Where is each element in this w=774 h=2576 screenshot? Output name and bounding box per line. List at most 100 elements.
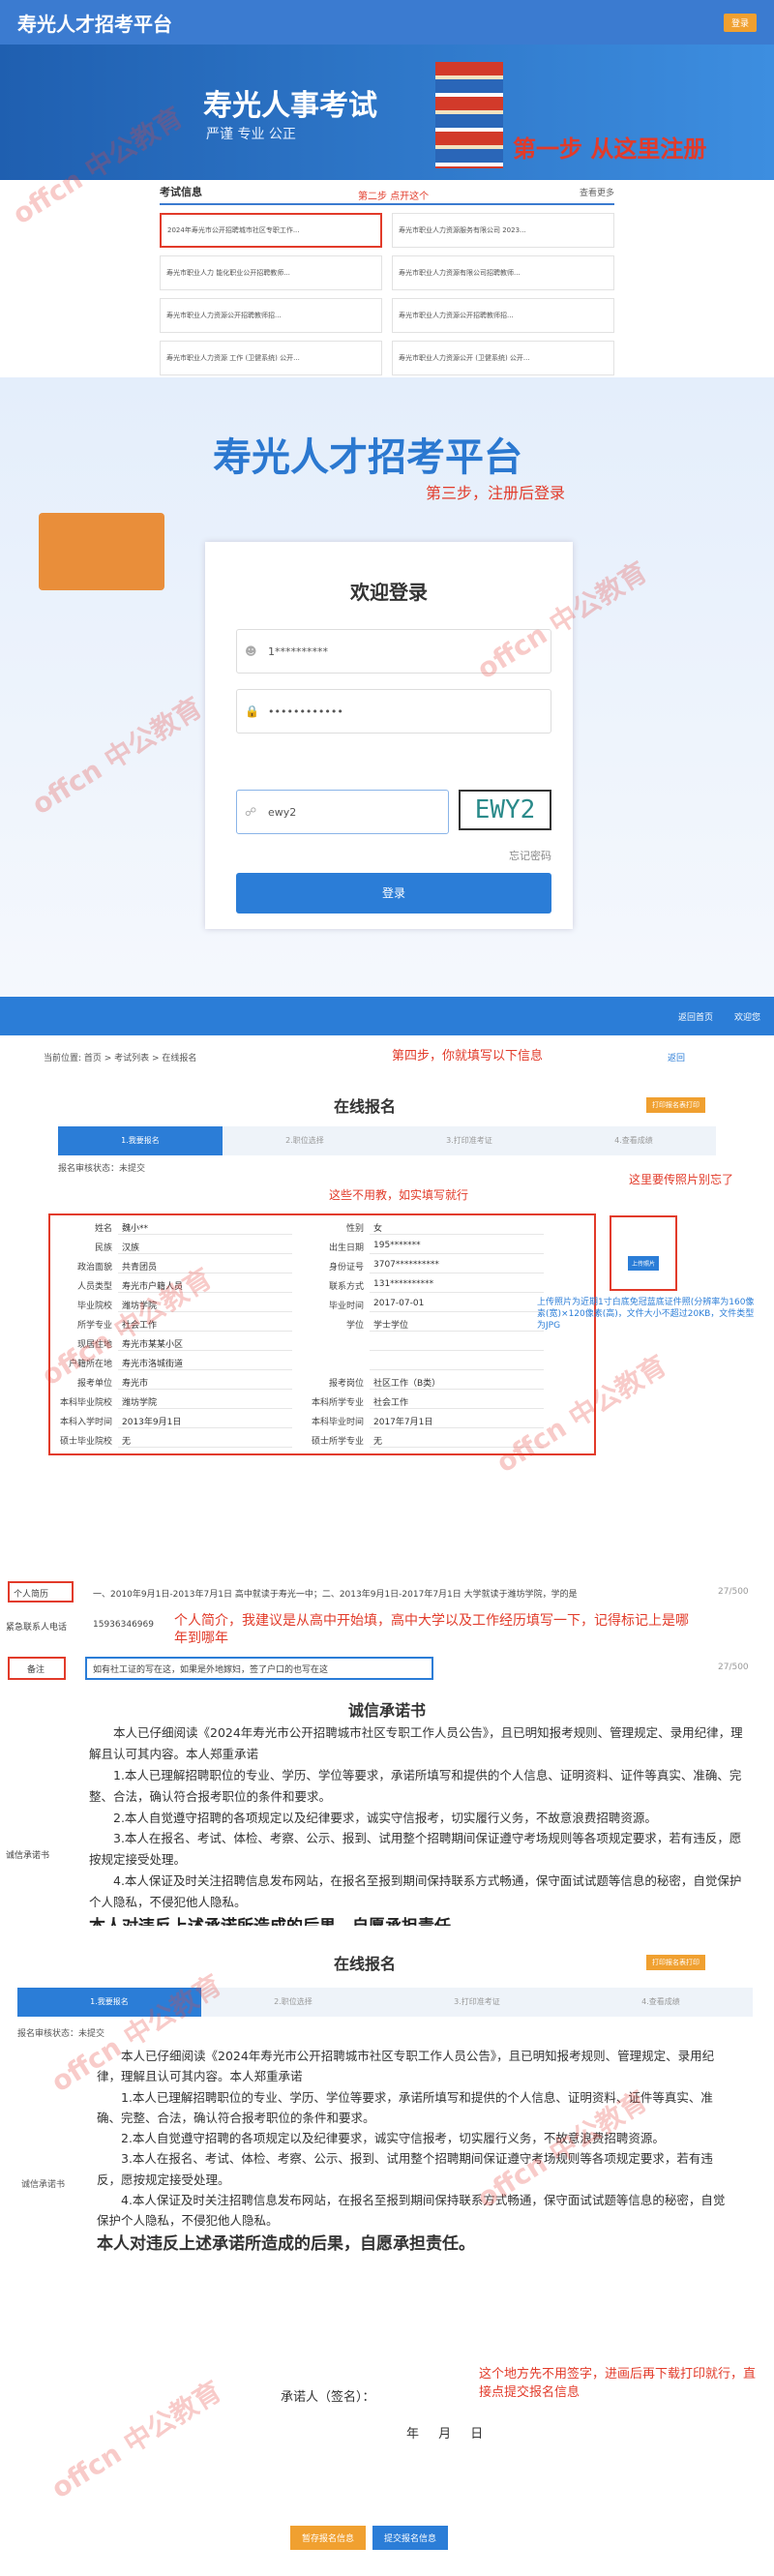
field-value[interactable]: 寿光市户籍人员 (118, 1279, 292, 1293)
resume-field[interactable]: 一、2010年9月1日-2013年7月1日 高中就读于寿光一中；二、2013年9… (93, 1587, 712, 1600)
field-label: 所学专业 (76, 1321, 112, 1331)
exam-item[interactable]: 寿光市职业人力资源公开招聘教师招... (160, 298, 382, 333)
commitment-text: 本人已仔细阅读《2024年寿光市公开招聘城市社区专职工作人员公告》，且已明知报考… (89, 1722, 747, 1926)
form-row: 政治面貌 共青团员 身份证号 3707********** (58, 1260, 544, 1273)
page-title-2: 在线报名 (334, 1955, 397, 1973)
field-value[interactable]: 社会工作 (370, 1395, 544, 1409)
tab-step1[interactable]: 1.我要报名 (17, 1988, 201, 2017)
exam-item[interactable]: 寿光市职业人力资源有限公司招聘教师... (392, 255, 614, 290)
password-input[interactable]: 🔒 •••••••••••• (236, 689, 551, 734)
photo-requirements: 上传照片为近期1寸白底免冠蓝底证件照(分辨率为160像素(宽)×120像素(高)… (537, 1298, 755, 1332)
field-value[interactable]: 汉族 (118, 1241, 292, 1254)
exam-info-title: 考试信息 (160, 186, 202, 198)
exam-item[interactable]: 寿光市职业人力资源 工作 (卫健系统) 公开... (160, 341, 382, 375)
captcha-input[interactable]: ☍ ewy2 (236, 790, 449, 834)
resume-commitment-section: 个人简历 一、2010年9月1日-2013年7月1日 高中就读于寿光一中；二、2… (0, 1577, 774, 1926)
remark-label: 备注 (27, 1665, 45, 1675)
username-value: 1********** (268, 644, 328, 658)
tab-step2[interactable]: 2.职位选择 (201, 1988, 385, 2017)
field-value[interactable]: 女 (370, 1221, 544, 1235)
field-value[interactable]: 无 (370, 1434, 544, 1448)
commitment-p6: 本人对违反上述承诺所造成的后果，自愿承担责任。 (89, 1913, 747, 1926)
exam-item[interactable]: 寿光市职业人力资源公开 (卫健系统) 公开... (392, 341, 614, 375)
field-value[interactable] (370, 1357, 544, 1370)
field-value[interactable] (370, 1337, 544, 1351)
annotation-step4: 第四步，你就填写以下信息 (392, 1049, 544, 1063)
tab-step4[interactable]: 4.查看成绩 (569, 1988, 753, 2017)
field-value[interactable]: 潍坊学院 (118, 1395, 292, 1409)
field-value[interactable]: 社会工作 (118, 1318, 292, 1332)
password-value: •••••••••••• (268, 704, 343, 718)
submit-button[interactable]: 提交报名信息 (372, 2526, 449, 2550)
field-value[interactable]: 寿光市洛城街道 (118, 1357, 292, 1370)
upload-photo-button[interactable]: 上传照片 (627, 1256, 659, 1271)
field-value[interactable]: 2017-07-01 (370, 1299, 544, 1312)
login-button[interactable]: 登录 (236, 873, 551, 914)
print-form-button[interactable]: 打印报名表打印 (646, 1097, 705, 1113)
annotation-sign-note: 这个地方先不用签字，进画后再下载打印就行，直接点提交报名信息 (479, 2367, 757, 2400)
more-link[interactable]: 查看更多 (580, 186, 614, 198)
field-value[interactable]: 195******* (370, 1241, 544, 1254)
exam-item[interactable]: 寿光市职业人力资源公开招聘教师招... (392, 298, 614, 333)
commitment-title: 诚信承诺书 (347, 1701, 426, 1720)
exam-item[interactable]: 寿光市职业人力 能化职业公开招聘教师... (160, 255, 382, 290)
print-form-button-2[interactable]: 打印报名表打印 (646, 1955, 705, 1970)
site-logo[interactable]: 寿光人才招考平台 (17, 9, 172, 37)
tab-step3[interactable]: 3.打印准考证 (387, 1126, 551, 1155)
top-bar: 寿光人才招考平台 登录 (0, 0, 774, 45)
remark-field[interactable]: 如有社工证的写在这，如果是外地嫁妇，签了户口的也写在这 (93, 1662, 432, 1675)
field-value[interactable]: 2017年7月1日 (370, 1415, 544, 1428)
tab-step2[interactable]: 2.职位选择 (223, 1126, 387, 1155)
hero-banner: 寿光人事考试 严谨 专业 公正 第一步 从这里注册 (0, 45, 774, 180)
field-value[interactable]: 学士学位 (370, 1318, 544, 1332)
field-value[interactable]: 3707********** (370, 1260, 544, 1273)
exam-item[interactable]: 寿光市职业人力资源服务有限公司 2023... (392, 213, 614, 248)
field-value[interactable]: 魏小** (118, 1221, 292, 1235)
field-label: 现居住地 (76, 1340, 112, 1350)
field-value[interactable]: 131********** (370, 1279, 544, 1293)
field-value[interactable]: 寿光市某某小区 (118, 1337, 292, 1351)
nav-home[interactable]: 返回首页 (678, 1010, 713, 1023)
annotation-fill-note: 这些不用教，如实填写就行 (329, 1188, 469, 1202)
back-link[interactable]: 返回 (668, 1051, 685, 1063)
tab-step4[interactable]: 4.查看成绩 (551, 1126, 716, 1155)
username-input[interactable]: ☻ 1********** (236, 629, 551, 674)
exam-item[interactable]: 2024年寿光市公开招聘城市社区专职工作... (160, 213, 382, 248)
banner-title: 寿光人事考试 (203, 89, 377, 123)
form-row: 硕士毕业院校无硕士所学专业无 (58, 1434, 544, 1448)
commitment-p5: 4.本人保证及时关注招聘信息发布网站，在报名至报到期间保持联系方式畅通，保守面试… (89, 1873, 742, 1909)
commitment-p1: 本人已仔细阅读《2024年寿光市公开招聘城市社区专职工作人员公告》，且已明知报考… (97, 2049, 715, 2084)
field-value[interactable]: 潍坊学院 (118, 1299, 292, 1312)
field-label: 性别 (345, 1224, 364, 1234)
page-title: 在线报名 (334, 1097, 397, 1116)
field-value[interactable]: 社区工作（B类） (370, 1376, 544, 1390)
field-label: 身份证号 (328, 1263, 364, 1273)
photo-upload-area: 上传照片 (610, 1215, 677, 1291)
exam-info-panel: 考试信息 查看更多 2024年寿光市公开招聘城市社区专职工作... 寿光市职业人… (160, 184, 614, 375)
field-value[interactable]: 寿光市 (118, 1376, 292, 1390)
desk-illustration (39, 513, 164, 590)
save-draft-button[interactable]: 暂存报名信息 (290, 2526, 367, 2550)
captcha-image[interactable]: EWY2 (459, 790, 551, 830)
top-nav: 返回首页 欢迎您 (0, 997, 774, 1035)
shield-icon: ☍ (245, 805, 257, 819)
annotation-step3: 第三步，注册后登录 (426, 484, 566, 502)
login-register-button[interactable]: 登录 (723, 13, 757, 32)
registration-form-section: 返回首页 欢迎您 当前位置: 首页 > 考试列表 > 在线报名 第四步，你就填写… (0, 997, 774, 1577)
emergency-phone-field[interactable]: 15936346969 (93, 1620, 154, 1630)
tab-step3[interactable]: 3.打印准考证 (385, 1988, 569, 2017)
field-label (292, 1357, 370, 1370)
annotation-resume-note: 个人简介，我建议是从高中开始填，高中大学以及工作经历填写一下，记得标记上是哪年到… (174, 1613, 689, 1647)
tab-step1[interactable]: 1.我要报名 (58, 1126, 223, 1155)
resume-counter: 27/500 (718, 1587, 749, 1597)
forgot-password-link[interactable]: 忘记密码 (509, 848, 551, 863)
field-value[interactable]: 共青团员 (118, 1260, 292, 1273)
books-illustration (435, 62, 503, 168)
emergency-label: 紧急联系人电话 (6, 1623, 68, 1632)
field-value[interactable]: 2013年9月1日 (118, 1415, 292, 1428)
form-row: 本科毕业院校 潍坊学院 本科所学专业 社会工作 (58, 1395, 544, 1409)
field-value[interactable]: 无 (118, 1434, 292, 1448)
field-label: 本科毕业院校 (59, 1398, 112, 1408)
field-label: 民族 (94, 1243, 112, 1253)
review-status-2: 报名审核状态：未提交 (17, 2029, 105, 2039)
